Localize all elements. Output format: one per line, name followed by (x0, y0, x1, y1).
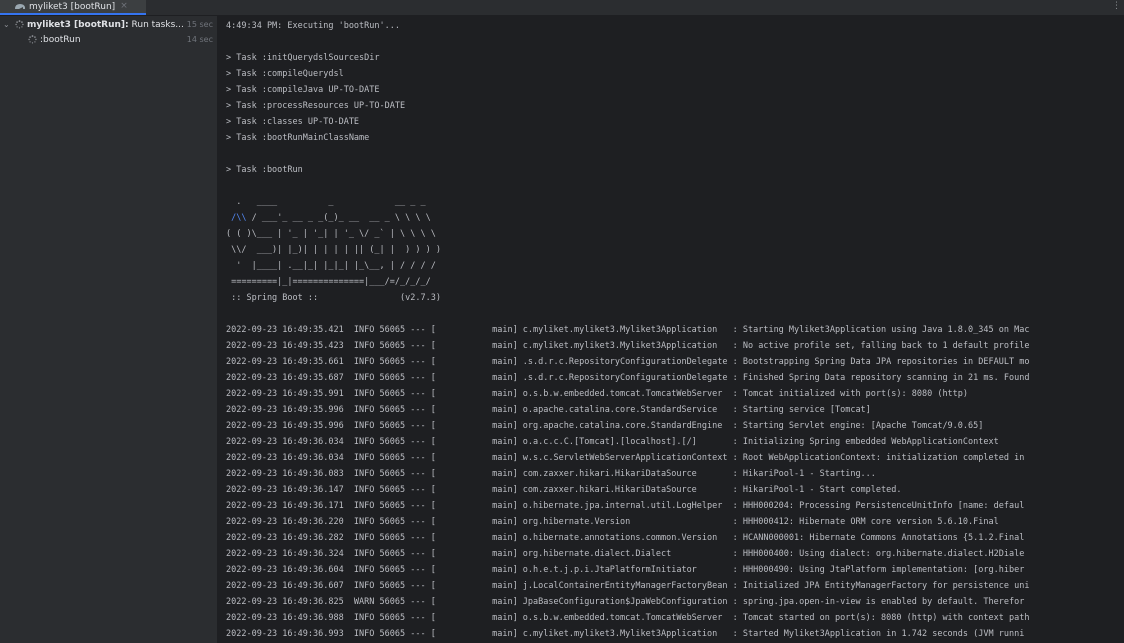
console-line: > Task :bootRunMainClassName (226, 133, 370, 143)
log-line: 2022-09-23 16:49:36.604 INFO 56065 --- [… (226, 565, 1025, 575)
console-line: > Task :compileJava UP-TO-DATE (226, 85, 380, 95)
gradle-elephant-icon (15, 4, 25, 9)
console-output[interactable]: 4:49:34 PM: Executing 'bootRun'... > Tas… (218, 16, 1124, 643)
spring-banner-highlight: /\\ (231, 213, 247, 223)
tool-window-tabbar: myliket3 [bootRun] × ⋮ (0, 0, 1124, 16)
spring-banner-line: /\\ / ___'_ __ _ _(_)_ __ __ _ \ \ \ \ (231, 213, 431, 223)
spring-banner-line: ' |____| .__|_| |_|_| |_\__, | / / / / (226, 261, 436, 271)
spinner-icon (15, 20, 24, 29)
log-line: 2022-09-23 16:49:36.083 INFO 56065 --- [… (226, 469, 876, 479)
tree-item-bootrun-label: :bootRun (40, 34, 81, 45)
log-line: 2022-09-23 16:49:36.993 INFO 56065 --- [… (226, 629, 1025, 639)
log-line: 2022-09-23 16:49:36.034 INFO 56065 --- [… (226, 437, 999, 447)
log-line: 2022-09-23 16:49:36.034 INFO 56065 --- [… (226, 453, 1025, 463)
log-line: 2022-09-23 16:49:36.147 INFO 56065 --- [… (226, 485, 902, 495)
tree-item-root[interactable]: ⌄ myliket3 [bootRun]: Run tasks... 15 se… (0, 18, 217, 31)
console-line: > Task :bootRun (226, 165, 303, 175)
log-line: 2022-09-23 16:49:35.996 INFO 56065 --- [… (226, 405, 871, 415)
tree-item-root-label: myliket3 [bootRun]: Run tasks... (27, 20, 184, 30)
chevron-down-icon[interactable]: ⌄ (3, 20, 10, 29)
log-line: 2022-09-23 16:49:36.220 INFO 56065 --- [… (226, 517, 999, 527)
log-line: 2022-09-23 16:49:35.991 INFO 56065 --- [… (226, 389, 969, 399)
console-line: > Task :initQuerydslSourcesDir (226, 53, 380, 63)
spring-boot-version-line: :: Spring Boot :: (v2.7.3) (226, 293, 441, 303)
spring-banner-line: =========|_|==============|___/=/_/_/_/ (226, 277, 431, 287)
console-line: > Task :classes UP-TO-DATE (226, 117, 360, 127)
spring-banner-line: . ____ _ __ _ _ (226, 197, 426, 207)
run-tab-myliket3-bootrun[interactable]: myliket3 [bootRun] × (0, 0, 146, 15)
log-line: 2022-09-23 16:49:35.996 INFO 56065 --- [… (226, 421, 984, 431)
tree-item-bootrun[interactable]: :bootRun 14 sec (0, 33, 217, 46)
spring-banner-line: ( ( )\___ | '_ | '_| | '_ \/ _` | \ \ \ … (226, 229, 436, 239)
log-line: 2022-09-23 16:49:36.607 INFO 56065 --- [… (226, 581, 1030, 591)
run-tree-panel: ⌄ myliket3 [bootRun]: Run tasks... 15 se… (0, 16, 218, 643)
console-line: > Task :compileQuerydsl (226, 69, 344, 79)
tree-root-status: Run tasks... (128, 19, 184, 30)
log-line: 2022-09-23 16:49:36.988 INFO 56065 --- [… (226, 613, 1030, 623)
run-tab-label: myliket3 [bootRun] (29, 1, 116, 12)
log-line: 2022-09-23 16:49:35.423 INFO 56065 --- [… (226, 341, 1030, 351)
spinner-icon (28, 35, 37, 44)
more-options-icon[interactable]: ⋮ (1112, 1, 1121, 11)
console-line: > Task :processResources UP-TO-DATE (226, 101, 406, 111)
console-line: 4:49:34 PM: Executing 'bootRun'... (226, 21, 400, 31)
tree-child-time: 14 sec (186, 35, 213, 44)
log-line: 2022-09-23 16:49:35.687 INFO 56065 --- [… (226, 373, 1030, 383)
tree-root-time: 15 sec (186, 20, 213, 29)
tree-root-name: myliket3 [bootRun]: (27, 19, 129, 30)
log-line: 2022-09-23 16:49:36.825 WARN 56065 --- [… (226, 597, 1025, 607)
close-icon[interactable]: × (120, 2, 128, 11)
log-line: 2022-09-23 16:49:35.661 INFO 56065 --- [… (226, 357, 1030, 367)
log-line: 2022-09-23 16:49:35.421 INFO 56065 --- [… (226, 325, 1030, 335)
spring-banner-line: \\/ ___)| |_)| | | | | || (_| | ) ) ) ) (226, 245, 441, 255)
log-line: 2022-09-23 16:49:36.282 INFO 56065 --- [… (226, 533, 1025, 543)
log-line: 2022-09-23 16:49:36.171 INFO 56065 --- [… (226, 501, 1025, 511)
log-line: 2022-09-23 16:49:36.324 INFO 56065 --- [… (226, 549, 1025, 559)
